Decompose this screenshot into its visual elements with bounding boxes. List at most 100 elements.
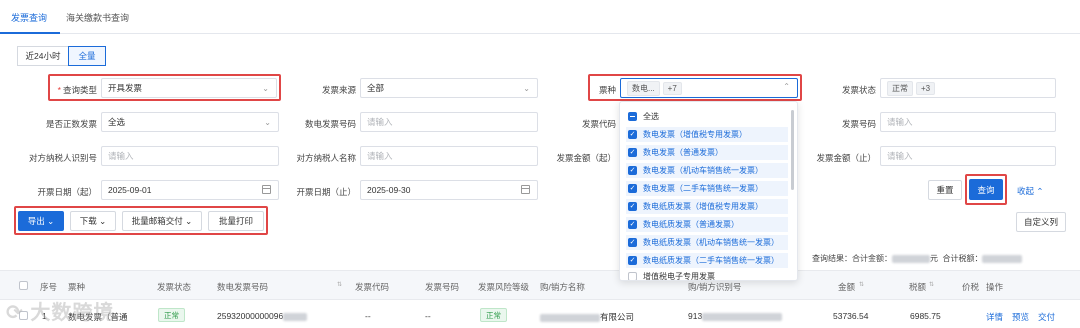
invoice-status-label: 发票状态	[841, 85, 876, 95]
row-number: --	[425, 311, 431, 321]
preview-link[interactable]: 预览	[1012, 311, 1029, 323]
col-code: 发票代码	[355, 282, 390, 292]
invoice-kind-select[interactable]: 数电... +7 ⌃	[620, 78, 798, 98]
row-buyer-name: 有限公司	[540, 311, 634, 323]
dropdown-item[interactable]: 增值税电子专用发票	[626, 269, 788, 280]
calendar-icon	[262, 185, 271, 194]
dropdown-item[interactable]: ✓ 数电纸质发票（普通发票）	[626, 217, 788, 232]
row-tax: 6985.75	[910, 311, 941, 321]
watermark-logo: ⟳ 大数跨境	[6, 302, 115, 324]
top-tabs: 发票查询 海关缴款书查询	[0, 0, 1080, 34]
date-from-label: 开票日期（起）	[37, 187, 97, 197]
invoice-code-label: 发票代码	[581, 119, 616, 129]
query-button[interactable]: 查询	[969, 179, 1003, 200]
download-button[interactable]: 下载 ⌄	[70, 211, 116, 231]
active-tab-indicator	[0, 32, 60, 34]
amount-to-label: 发票金额（止）	[816, 153, 876, 163]
dropdown-scrollbar[interactable]	[791, 110, 794, 190]
chevron-down-icon: ⌄	[523, 84, 530, 93]
is-positive-select[interactable]: 全选 ⌄	[101, 112, 279, 132]
is-positive-label: 是否正数发票	[45, 119, 97, 129]
check-icon: ✓	[628, 166, 637, 175]
check-icon: ✓	[628, 148, 637, 157]
invoice-source-select[interactable]: 全部 ⌄	[360, 78, 538, 98]
digital-no-input[interactable]: 请输入	[360, 112, 538, 132]
date-from-input[interactable]: 2025-09-01	[101, 180, 279, 200]
check-icon: ✓	[628, 130, 637, 139]
dropdown-item[interactable]: ✓ 数电发票（二手车销售统一发票）	[626, 181, 788, 196]
reset-button[interactable]: 重置	[928, 180, 962, 200]
col-total: 价税	[962, 282, 980, 292]
invoice-source-label: 发票来源	[321, 85, 356, 95]
chevron-down-icon: ⌄	[264, 118, 271, 127]
chevron-down-icon: ⌄	[262, 84, 269, 93]
query-type-label: * 查询类型	[57, 85, 97, 95]
row-buyer-id: 913	[688, 311, 783, 321]
status-badge: 正常	[158, 308, 185, 322]
col-kind: 票种	[68, 282, 86, 292]
batch-mail-button[interactable]: 批量邮箱交付 ⌄	[122, 211, 202, 231]
date-to-input[interactable]: 2025-09-30	[360, 180, 538, 200]
col-digital-no: 数电发票号码	[217, 282, 269, 292]
status-more-tag: +3	[916, 81, 936, 95]
invoice-kind-label: 票种	[598, 85, 616, 95]
row-digital-no: 25932000000096	[217, 311, 308, 321]
sort-icon[interactable]: ⇅	[929, 281, 934, 288]
col-status: 发票状态	[157, 282, 192, 292]
dropdown-item[interactable]: ✓ 数电发票（普通发票）	[626, 145, 788, 160]
query-summary: 查询结果：合计金额：元 合计税额：	[812, 253, 1023, 264]
col-buyer-id: 购/销方识别号	[688, 282, 742, 292]
redacted-tax	[982, 254, 1023, 263]
sort-icon[interactable]: ⇅	[859, 281, 864, 288]
col-number: 发票号码	[425, 282, 460, 292]
tab-customs-query[interactable]: 海关缴款书查询	[66, 11, 129, 24]
redacted-text	[702, 312, 783, 321]
collapse-link[interactable]: 收起 ⌃	[1017, 185, 1044, 197]
filter-24h[interactable]: 近24小时	[17, 46, 69, 66]
check-icon: ✓	[628, 220, 637, 229]
chevron-down-icon: ⌄	[99, 215, 107, 226]
export-button[interactable]: 导出 ⌄	[18, 211, 64, 231]
kind-more-tag: +7	[662, 81, 682, 95]
check-icon: ✓	[628, 184, 637, 193]
invoice-status-select[interactable]: 正常 +3	[880, 78, 1056, 98]
chevron-up-icon: ⌃	[783, 82, 790, 91]
tab-invoice-query[interactable]: 发票查询	[11, 11, 47, 24]
redacted-text	[283, 312, 308, 321]
amount-from-label: 发票金额（起）	[556, 153, 616, 163]
select-all-checkbox[interactable]	[19, 281, 28, 290]
amount-to-input[interactable]: 请输入	[880, 146, 1056, 166]
col-buyer-name: 购/销方名称	[540, 282, 585, 292]
filter-all[interactable]: 全量	[68, 46, 106, 66]
counterparty-name-label: 对方纳税人名称	[296, 153, 356, 163]
sort-icon[interactable]: ⇅	[337, 281, 342, 288]
col-amount: 金额	[838, 282, 856, 292]
row-code: --	[365, 311, 371, 321]
col-tax: 税额	[909, 282, 927, 292]
table-header: 序号 票种 发票状态 数电发票号码 ⇅ 发票代码 发票号码 发票风险等级 购/销…	[0, 270, 1080, 300]
digital-no-label: 数电发票号码	[304, 119, 356, 129]
col-risk: 发票风险等级	[478, 282, 530, 292]
deliver-link[interactable]: 交付	[1038, 311, 1055, 323]
invoice-number-input[interactable]: 请输入	[880, 112, 1056, 132]
batch-print-button[interactable]: 批量打印	[208, 211, 264, 231]
dropdown-item[interactable]: ✓ 数电发票（机动车销售统一发票）	[626, 163, 788, 178]
dropdown-item[interactable]: ✓ 数电发票（增值税专用发票）	[626, 127, 788, 142]
chevron-down-icon: ⌄	[47, 215, 55, 226]
counterparty-id-input[interactable]: 请输入	[101, 146, 279, 166]
check-icon: ✓	[628, 238, 637, 247]
calendar-icon	[521, 185, 530, 194]
kind-tag: 数电...	[627, 80, 660, 96]
indeterminate-checkbox-icon	[628, 112, 637, 121]
dropdown-item[interactable]: ✓ 数电纸质发票（机动车销售统一发票）	[626, 235, 788, 250]
dropdown-select-all[interactable]: 全选	[626, 109, 788, 124]
query-type-select[interactable]: 开具发票 ⌄	[101, 78, 277, 98]
custom-columns-button[interactable]: 自定义列	[1016, 212, 1066, 232]
checkbox-icon	[628, 272, 637, 280]
dropdown-item[interactable]: ✓ 数电纸质发票（增值税专用发票）	[626, 199, 788, 214]
counterparty-name-input[interactable]: 请输入	[360, 146, 538, 166]
chevron-down-icon: ⌄	[185, 215, 193, 226]
detail-link[interactable]: 详情	[986, 311, 1003, 323]
chevron-up-icon: ⌃	[1036, 186, 1044, 196]
dropdown-item[interactable]: ✓ 数电纸质发票（二手车销售统一发票）	[626, 253, 788, 268]
